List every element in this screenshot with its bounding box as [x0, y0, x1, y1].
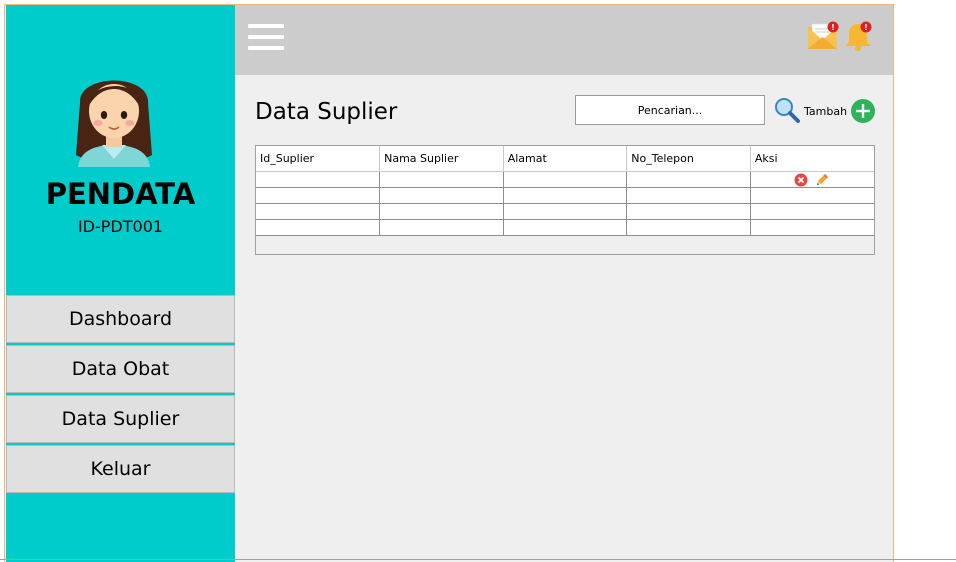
bell-notification-icon[interactable]: ! — [842, 20, 874, 52]
table-cell[interactable] — [379, 202, 504, 220]
edit-pencil-icon[interactable] — [814, 172, 830, 188]
table-row[interactable] — [256, 218, 874, 236]
search-input[interactable] — [575, 95, 765, 125]
menu-keluar-button[interactable]: Keluar — [6, 445, 235, 493]
supplier-table: Id_Suplier Nama Suplier Alamat No_Telepo… — [255, 145, 875, 255]
menu-dashboard-button[interactable]: Dashboard — [6, 295, 235, 343]
column-header[interactable]: Aksi — [749, 146, 874, 172]
window-bottom-border — [0, 559, 956, 560]
sidebar: PENDATA ID-PDT001 Dashboard Data Obat Da… — [6, 5, 235, 562]
table-cell[interactable] — [626, 202, 751, 220]
menu-data-suplier-button[interactable]: Data Suplier — [6, 395, 235, 443]
page-title: Data Suplier — [255, 99, 398, 125]
table-cell[interactable] — [502, 186, 628, 204]
sidebar-menu: Dashboard Data Obat Data Suplier Keluar — [6, 295, 235, 495]
svg-text:!: ! — [831, 23, 835, 32]
table-cell[interactable] — [502, 170, 628, 188]
table-cell[interactable] — [626, 186, 751, 204]
search-icon[interactable] — [774, 97, 800, 123]
table-cell[interactable] — [256, 186, 381, 204]
table-cell[interactable] — [502, 202, 628, 220]
table-cell[interactable] — [749, 202, 874, 220]
table-cell[interactable] — [256, 170, 381, 188]
column-header[interactable]: No_Telepon — [626, 146, 751, 172]
column-header[interactable]: Alamat — [502, 146, 628, 172]
table-cell[interactable] — [379, 218, 504, 236]
table-cell[interactable] — [626, 218, 751, 236]
mail-notification-icon[interactable]: ! — [807, 21, 839, 51]
column-header[interactable]: Nama Suplier — [379, 146, 504, 172]
table-cell[interactable] — [379, 186, 504, 204]
user-avatar — [76, 80, 152, 167]
table-cell[interactable] — [256, 218, 381, 236]
user-id: ID-PDT001 — [77, 217, 164, 236]
table-header-row: Id_Suplier Nama Suplier Alamat No_Telepo… — [256, 146, 874, 172]
app-window: PENDATA ID-PDT001 Dashboard Data Obat Da… — [4, 4, 894, 562]
table-cell[interactable] — [749, 218, 874, 236]
delete-icon[interactable] — [794, 173, 808, 187]
menu-data-obat-button[interactable]: Data Obat — [6, 345, 235, 393]
table-cell[interactable] — [626, 170, 751, 188]
table-cell[interactable] — [749, 186, 874, 204]
add-button[interactable] — [850, 98, 876, 124]
table-cell[interactable] — [502, 218, 628, 236]
column-header[interactable]: Id_Suplier — [256, 146, 381, 172]
add-label: Tambah — [804, 105, 848, 118]
top-bar: ! ! — [235, 5, 893, 75]
table-row[interactable] — [256, 170, 874, 188]
table-row[interactable] — [256, 186, 874, 204]
table-cell[interactable] — [256, 202, 381, 220]
table-row[interactable] — [256, 202, 874, 220]
action-cell — [749, 170, 874, 188]
user-name: PENDATA — [45, 177, 196, 211]
svg-text:!: ! — [864, 23, 868, 32]
table-cell[interactable] — [379, 170, 504, 188]
hamburger-icon[interactable] — [248, 24, 284, 52]
